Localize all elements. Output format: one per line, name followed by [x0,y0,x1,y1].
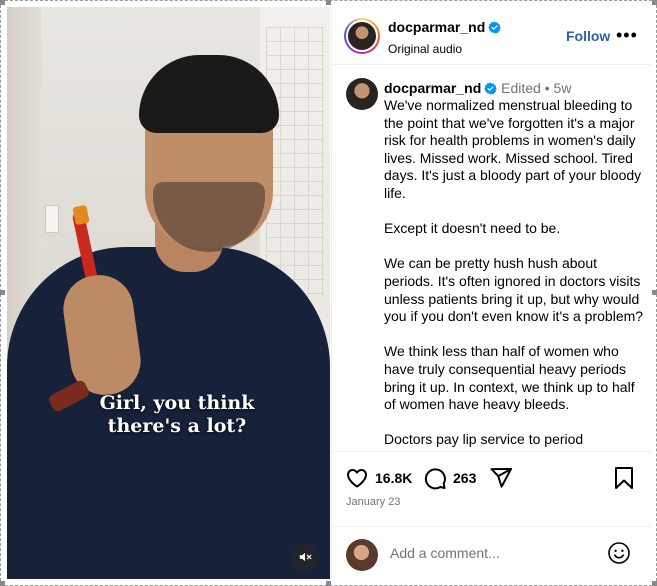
share-icon [490,468,512,488]
follow-button[interactable]: Follow [566,28,610,44]
bookmark-icon [615,467,633,489]
author-avatar-ring[interactable] [344,18,380,54]
save-action[interactable] [613,466,635,490]
post-header: docparmar_nd Original audio Follow ••• [332,7,651,65]
video-caption: Girl, you think there's a lot? [67,392,287,438]
verified-badge-icon [488,21,502,39]
action-bar: 16.8K 263 January 23 [332,451,651,526]
reel-video[interactable]: Girl, you think there's a lot? [7,7,330,579]
caption-paragraph: Except it doesn't need to be. [384,220,561,237]
comment-meta: docparmar_nd Edited • 5w [384,80,571,98]
comment-action[interactable]: 263 [423,466,476,490]
presenter-hair [139,55,279,133]
resize-handle[interactable] [0,290,5,295]
comment-composer: Add a comment... [332,526,651,579]
mute-icon [299,552,312,562]
resize-handle[interactable] [652,290,657,295]
blood-tube-cap [72,204,90,226]
caption-text: We've normalized menstrual bleeding to t… [384,97,646,451]
resize-handle[interactable] [326,581,331,586]
author-block: docparmar_nd Original audio [388,19,502,56]
author-username[interactable]: docparmar_nd [388,19,485,35]
viewer-avatar [346,539,378,571]
comment-input[interactable]: Add a comment... [390,545,500,561]
caption-line: there's a lot? [107,415,247,437]
background-calendar [266,27,324,297]
like-count[interactable]: 16.8K [375,470,412,486]
resize-handle[interactable] [0,581,5,586]
comment-username[interactable]: docparmar_nd [384,80,481,96]
resize-handle[interactable] [326,0,331,5]
comment-icon [424,468,446,490]
caption-paragraph: We think less than half of women who hav… [384,343,635,413]
comment-avatar[interactable] [346,78,378,110]
share-action[interactable] [489,466,513,490]
audio-label[interactable]: Original audio [388,42,501,56]
resize-handle[interactable] [652,581,657,586]
comment-count[interactable]: 263 [453,470,476,486]
post-panel: docparmar_nd Original audio Follow ••• d… [331,7,651,579]
like-action[interactable]: 16.8K [345,466,412,490]
author-avatar [346,20,378,52]
heart-icon [347,469,367,488]
verified-badge-icon [484,82,498,98]
resize-handle[interactable] [652,0,657,5]
caption-paragraph: We can be pretty hush hush about periods… [384,255,644,325]
caption-comment: docparmar_nd Edited • 5w We've normalize… [332,66,651,451]
caption-line: Girl, you think [99,392,255,414]
caption-paragraph: We've normalized menstrual bleeding to t… [384,97,642,201]
comment-age[interactable]: 5w [554,80,572,96]
more-options-icon[interactable]: ••• [616,25,638,46]
caption-paragraph: Doctors pay lip service to period [384,431,584,448]
resize-handle[interactable] [0,0,5,5]
post-date[interactable]: January 23 [346,496,400,508]
emoji-icon[interactable] [607,541,631,565]
edited-label: Edited [501,80,541,96]
background-light-switch [45,205,59,233]
meta-separator: • [544,80,550,96]
mute-button[interactable] [291,543,319,571]
